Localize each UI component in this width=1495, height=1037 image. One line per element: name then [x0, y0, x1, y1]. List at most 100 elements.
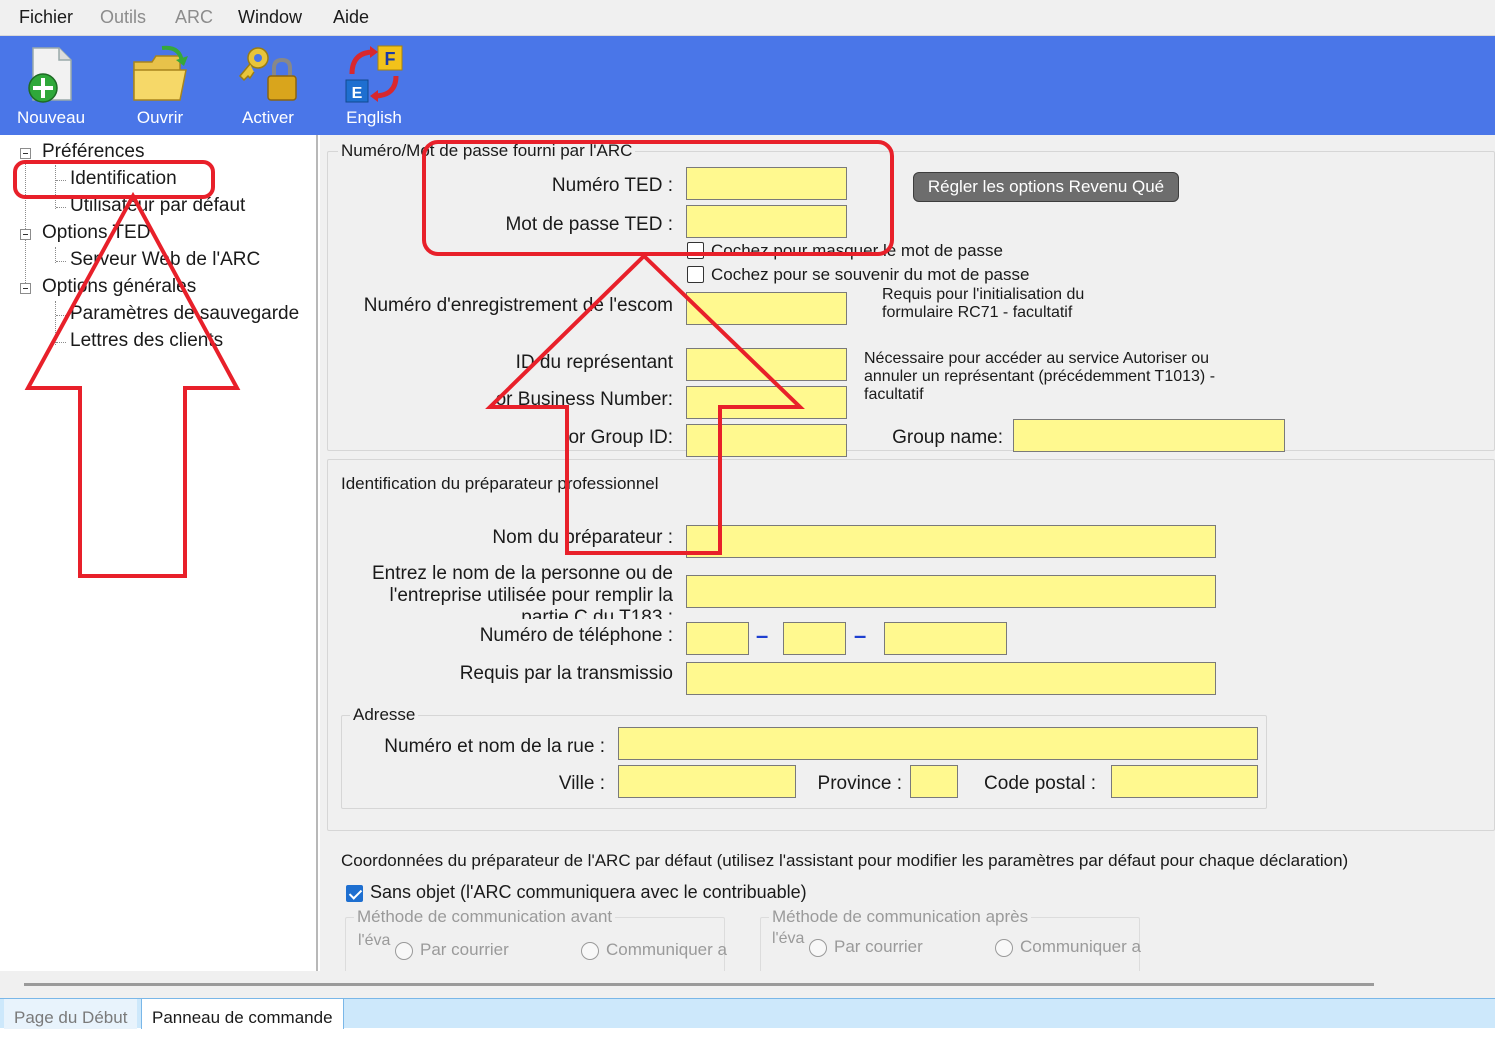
t183-label-clip: partie C du T183 : — [340, 607, 673, 619]
apres-communiquer-radio[interactable] — [995, 939, 1013, 957]
masquer-mdp-checkbox[interactable] — [687, 242, 704, 259]
menu-fichier[interactable]: Fichier — [19, 7, 73, 28]
tree-line — [55, 301, 56, 345]
tree-line — [56, 261, 66, 262]
t183-name-input[interactable] — [686, 575, 1216, 608]
nom-preparateur-input[interactable] — [686, 525, 1216, 558]
toolbar: Nouveau Ouvrir Activer F E English — [0, 36, 1495, 135]
escompte-label: Numéro d'enregistrement de l'escom — [363, 295, 673, 316]
adresse-group-title: Adresse — [350, 705, 419, 725]
numero-ted-label: Numéro TED : — [551, 175, 673, 196]
english-button[interactable]: F E English — [324, 36, 424, 135]
tree-item-identification[interactable]: Identification — [70, 168, 177, 190]
sans-objet-checkbox[interactable] — [346, 885, 363, 902]
telephone-separator: – — [756, 623, 769, 648]
collapse-icon[interactable] — [20, 229, 31, 240]
ouvrir-button[interactable]: Ouvrir — [110, 36, 210, 135]
tree-item-serveur-web[interactable]: Serveur Web de l'ARC — [70, 249, 260, 271]
apres-par-courrier-label: Par courrier — [834, 937, 923, 956]
masquer-mdp-label: Cochez pour masquer le mot de passe — [711, 241, 1003, 260]
mot-de-passe-ted-label: Mot de passe TED : — [505, 214, 673, 235]
avant-par-courrier-radio[interactable] — [395, 942, 413, 960]
business-number-input[interactable] — [686, 386, 847, 419]
souvenir-mdp-checkbox[interactable] — [687, 266, 704, 283]
nouveau-label: Nouveau — [16, 108, 86, 127]
apres-par-courrier-radio[interactable] — [809, 939, 827, 957]
regler-options-revenu-quebec-button[interactable]: Régler les options Revenu Qué — [913, 172, 1179, 202]
menu-arc[interactable]: ARC — [175, 7, 213, 28]
open-folder-icon — [133, 45, 188, 101]
code-postal-input[interactable] — [1111, 765, 1258, 798]
telephone-number-input[interactable] — [884, 622, 1007, 655]
new-document-icon — [28, 47, 72, 103]
menu-bar: Fichier Outils ARC Window Aide — [0, 0, 1495, 36]
telephone-prefix-input[interactable] — [783, 622, 846, 655]
ville-input[interactable] — [618, 765, 796, 798]
tree-item-lettres-clients[interactable]: Lettres des clients — [70, 330, 223, 352]
menu-window[interactable]: Window — [238, 7, 302, 28]
preparateur-group-title: Identification du préparateur profession… — [338, 474, 662, 494]
coordonnees-title: Coordonnées du préparateur de l'ARC par … — [341, 851, 1349, 870]
avant-communiquer-radio[interactable] — [581, 942, 599, 960]
nom-preparateur-label: Nom du préparateur : — [492, 527, 673, 548]
group-name-input[interactable] — [1013, 419, 1285, 452]
apres-communiquer-label: Communiquer a — [1020, 937, 1141, 956]
tree-item-utilisateur-defaut[interactable]: Utilisateur par défaut — [70, 195, 245, 217]
requis-transmission-input[interactable] — [686, 662, 1216, 695]
document-tab-strip: Page du Début Panneau de commande — [0, 998, 1495, 1029]
tree-line — [56, 342, 66, 343]
activer-label: Activer — [242, 108, 294, 127]
tree-line — [56, 315, 66, 316]
province-label: Province : — [817, 773, 902, 794]
business-number-label: or Business Number: — [495, 389, 673, 410]
ville-label: Ville : — [558, 773, 605, 794]
escompte-input[interactable] — [686, 292, 847, 325]
tab-panneau-de-commande[interactable]: Panneau de commande — [141, 999, 344, 1029]
english-label: English — [346, 108, 402, 127]
avant-par-courrier-label: Par courrier — [420, 940, 509, 959]
group-name-label: Group name: — [892, 427, 1003, 448]
group-id-input[interactable] — [686, 424, 847, 457]
tree-line — [25, 157, 26, 287]
menu-outils[interactable]: Outils — [100, 7, 146, 28]
nouveau-button[interactable]: Nouveau — [1, 36, 101, 135]
tree-line — [56, 180, 66, 181]
telephone-area-input[interactable] — [686, 622, 749, 655]
t183-label-line3: partie C du T183 : — [521, 607, 673, 619]
navigation-tree: Préférences Identification Utilisateur p… — [0, 135, 318, 971]
avant-communiquer-label: Communiquer a — [606, 940, 727, 959]
requis-transmission-label: Requis par la transmissio — [459, 663, 673, 684]
tree-item-options-ted[interactable]: Options TED — [42, 222, 150, 244]
representant-id-input[interactable] — [686, 348, 847, 381]
tree-item-preferences[interactable]: Préférences — [42, 141, 144, 163]
escompte-note: Requis pour l'initialisation du formulai… — [882, 286, 1085, 321]
rue-input[interactable] — [618, 727, 1258, 760]
tree-item-parametres-sauvegarde[interactable]: Paramètres de sauvegarde — [70, 303, 299, 325]
collapse-icon[interactable] — [20, 148, 31, 159]
mot-de-passe-ted-input[interactable] — [686, 205, 847, 238]
horizontal-scrollbar[interactable] — [24, 983, 1374, 986]
collapse-icon[interactable] — [20, 283, 31, 294]
avant-sub-label: l'éva — [358, 932, 391, 949]
province-input[interactable] — [910, 765, 958, 798]
avant-group-title: Méthode de communication avant — [354, 907, 616, 927]
representant-note: Nécessaire pour accéder au service Autor… — [864, 350, 1216, 403]
tab-page-du-debut[interactable]: Page du Début — [4, 999, 138, 1029]
french-letter: F — [385, 49, 396, 69]
group-id-label: or Group ID: — [568, 427, 673, 448]
souvenir-mdp-label: Cochez pour se souvenir du mot de passe — [711, 265, 1030, 284]
sans-objet-label: Sans objet (l'ARC communiquera avec le c… — [370, 882, 807, 902]
tree-item-options-generales[interactable]: Options générales — [42, 276, 196, 298]
apres-group-title: Méthode de communication après — [769, 907, 1032, 927]
tree-line — [55, 165, 56, 209]
ted-group-title: Numéro/Mot de passe fourni par l'ARC — [338, 141, 636, 161]
menu-aide[interactable]: Aide — [333, 7, 369, 28]
code-postal-label: Code postal : — [984, 773, 1096, 794]
activer-button[interactable]: Activer — [218, 36, 318, 135]
key-lock-icon — [238, 47, 297, 101]
tree-line — [56, 207, 66, 208]
apres-sub-label: l'éva — [772, 930, 805, 947]
english-letter: E — [352, 85, 363, 102]
telephone-label: Numéro de téléphone : — [479, 625, 673, 646]
numero-ted-input[interactable] — [686, 167, 847, 200]
